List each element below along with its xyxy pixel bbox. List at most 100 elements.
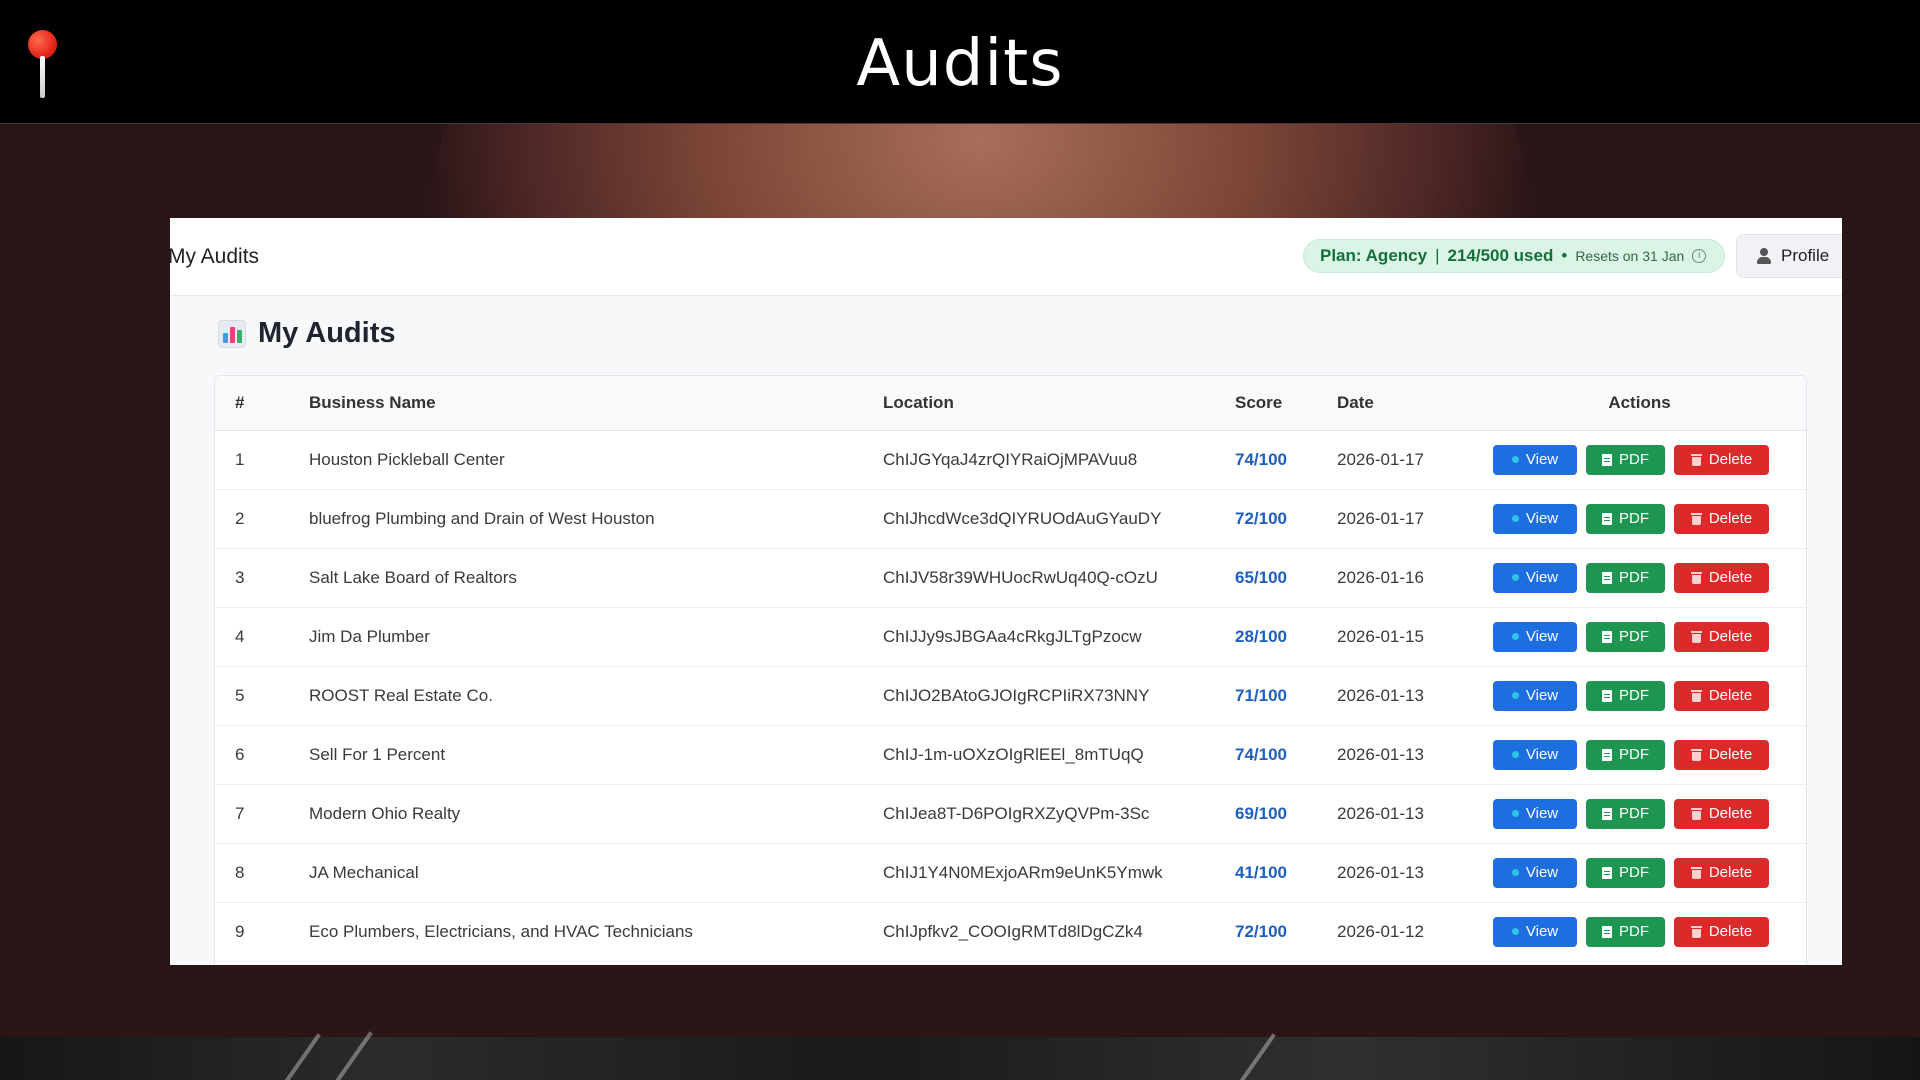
location-id: ChIJpfkv2_COOIgRMTd8lDgCZk4	[883, 921, 1143, 941]
pdf-button[interactable]: PDF	[1586, 798, 1665, 829]
trash-icon	[1690, 866, 1702, 879]
delete-button[interactable]: Delete	[1674, 739, 1769, 770]
audit-date: 2026-01-13	[1337, 803, 1424, 823]
view-button[interactable]: View	[1493, 916, 1577, 947]
view-button[interactable]: View	[1493, 857, 1577, 888]
business-name: Modern Ohio Realty	[309, 803, 461, 823]
delete-label: Delete	[1708, 510, 1753, 527]
business-name: Salt Lake Board of Realtors	[309, 567, 517, 587]
view-label: View	[1525, 451, 1559, 468]
view-label: View	[1525, 805, 1559, 822]
profile-label: Profile	[1781, 246, 1830, 265]
row-number: 6	[235, 744, 245, 764]
location-id: ChIJO2BAtoGJOIgRCPIiRX73NNY	[883, 685, 1150, 705]
business-name: bluefrog Plumbing and Drain of West Hous…	[309, 508, 655, 528]
trash-icon	[1690, 807, 1702, 820]
plan-bullet: •	[1561, 246, 1568, 265]
score-value: 71/100	[1235, 685, 1287, 705]
pdf-button[interactable]: PDF	[1586, 562, 1665, 593]
view-icon	[1511, 928, 1519, 935]
delete-label: Delete	[1708, 923, 1753, 940]
view-label: View	[1525, 864, 1559, 881]
plan-usage-badge[interactable]: Plan: Agency | 214/500 used • Resets on …	[1303, 239, 1726, 273]
score-value: 41/100	[1235, 862, 1287, 882]
pdf-button[interactable]: PDF	[1586, 916, 1665, 947]
delete-button[interactable]: Delete	[1674, 798, 1769, 829]
delete-button[interactable]: Delete	[1674, 503, 1769, 534]
table-header-row: # Business Name Location Score Date Acti…	[215, 376, 1806, 430]
delete-label: Delete	[1708, 746, 1753, 763]
delete-button[interactable]: Delete	[1674, 916, 1769, 947]
delete-button[interactable]: Delete	[1674, 680, 1769, 711]
background-strip	[0, 1031, 1920, 1080]
audits-panel: My Audits Plan: Agency | 214/500 used • …	[170, 218, 1842, 965]
audit-date: 2026-01-13	[1337, 862, 1424, 882]
view-button[interactable]: View	[1493, 680, 1577, 711]
location-id: ChIJV58r39WHUocRwUq40Q-cOzU	[883, 567, 1158, 587]
score-value: 72/100	[1235, 508, 1287, 528]
audit-date: 2026-01-13	[1337, 685, 1424, 705]
row-actions: View PDF Delete	[1493, 621, 1806, 652]
view-button[interactable]: View	[1493, 444, 1577, 475]
delete-button[interactable]: Delete	[1674, 857, 1769, 888]
person-icon	[1757, 248, 1771, 264]
pdf-button[interactable]: PDF	[1586, 621, 1665, 652]
audit-date: 2026-01-13	[1337, 744, 1424, 764]
column-header-actions: Actions	[1608, 392, 1671, 412]
document-icon	[1602, 925, 1612, 938]
view-button[interactable]: View	[1493, 503, 1577, 534]
profile-button[interactable]: Profile	[1736, 234, 1842, 278]
delete-button[interactable]: Delete	[1674, 444, 1769, 475]
view-button[interactable]: View	[1493, 621, 1577, 652]
score-value: 72/100	[1235, 921, 1287, 941]
delete-button[interactable]: Delete	[1674, 562, 1769, 593]
view-icon	[1511, 692, 1519, 699]
section-header: My Audits	[218, 317, 395, 350]
row-actions: View PDF Delete	[1493, 739, 1806, 770]
delete-button[interactable]: Delete	[1674, 621, 1769, 652]
delete-label: Delete	[1708, 864, 1753, 881]
row-actions: View PDF Delete	[1493, 444, 1806, 475]
delete-label: Delete	[1708, 805, 1753, 822]
delete-label: Delete	[1708, 687, 1753, 704]
business-name: Eco Plumbers, Electricians, and HVAC Tec…	[309, 921, 693, 941]
pdf-label: PDF	[1619, 923, 1649, 940]
view-icon	[1511, 456, 1519, 463]
column-header-number: #	[235, 392, 245, 412]
view-icon	[1511, 869, 1519, 876]
app-header-title: My Audits	[170, 245, 260, 268]
pdf-label: PDF	[1619, 746, 1649, 763]
business-name: Jim Da Plumber	[309, 626, 430, 646]
row-actions: View PDF Delete	[1493, 857, 1806, 888]
pdf-label: PDF	[1619, 628, 1649, 645]
table-row: 1 Houston Pickleball Center ChIJGYqaJ4zr…	[215, 430, 1806, 489]
document-icon	[1602, 807, 1612, 820]
table-row: 4 Jim Da Plumber ChIJJy9sJBGAa4cRkgJLTgP…	[215, 607, 1806, 666]
table-row: 2 bluefrog Plumbing and Drain of West Ho…	[215, 489, 1806, 548]
row-actions: View PDF Delete	[1493, 562, 1806, 593]
pdf-button[interactable]: PDF	[1586, 739, 1665, 770]
view-button[interactable]: View	[1493, 798, 1577, 829]
location-id: ChIJJy9sJBGAa4cRkgJLTgPzocw	[883, 626, 1142, 646]
audit-date: 2026-01-16	[1337, 567, 1424, 587]
pdf-button[interactable]: PDF	[1586, 680, 1665, 711]
location-id: ChIJhcdWce3dQIYRUOdAuGYauDY	[883, 508, 1162, 528]
pdf-label: PDF	[1619, 864, 1649, 881]
location-id: ChIJGYqaJ4zrQIYRaiOjMPAVuu8	[883, 449, 1138, 469]
trash-icon	[1690, 571, 1702, 584]
section-title: My Audits	[258, 317, 396, 349]
table-row: 3 Salt Lake Board of Realtors ChIJV58r39…	[215, 548, 1806, 607]
pdf-label: PDF	[1619, 569, 1649, 586]
pdf-button[interactable]: PDF	[1586, 857, 1665, 888]
info-icon[interactable]: i	[1692, 249, 1707, 263]
trash-icon	[1690, 689, 1702, 702]
table-row: 5 ROOST Real Estate Co. ChIJO2BAtoGJOIgR…	[215, 666, 1806, 725]
row-actions: View PDF Delete	[1493, 503, 1806, 534]
row-actions: View PDF Delete	[1493, 798, 1806, 829]
view-button[interactable]: View	[1493, 562, 1577, 593]
pdf-button[interactable]: PDF	[1586, 444, 1665, 475]
pdf-button[interactable]: PDF	[1586, 503, 1665, 534]
view-button[interactable]: View	[1493, 739, 1577, 770]
table-row: 6 Sell For 1 Percent ChIJ-1m-uOXzOIgRlEE…	[215, 725, 1806, 784]
audit-date: 2026-01-12	[1337, 921, 1424, 941]
